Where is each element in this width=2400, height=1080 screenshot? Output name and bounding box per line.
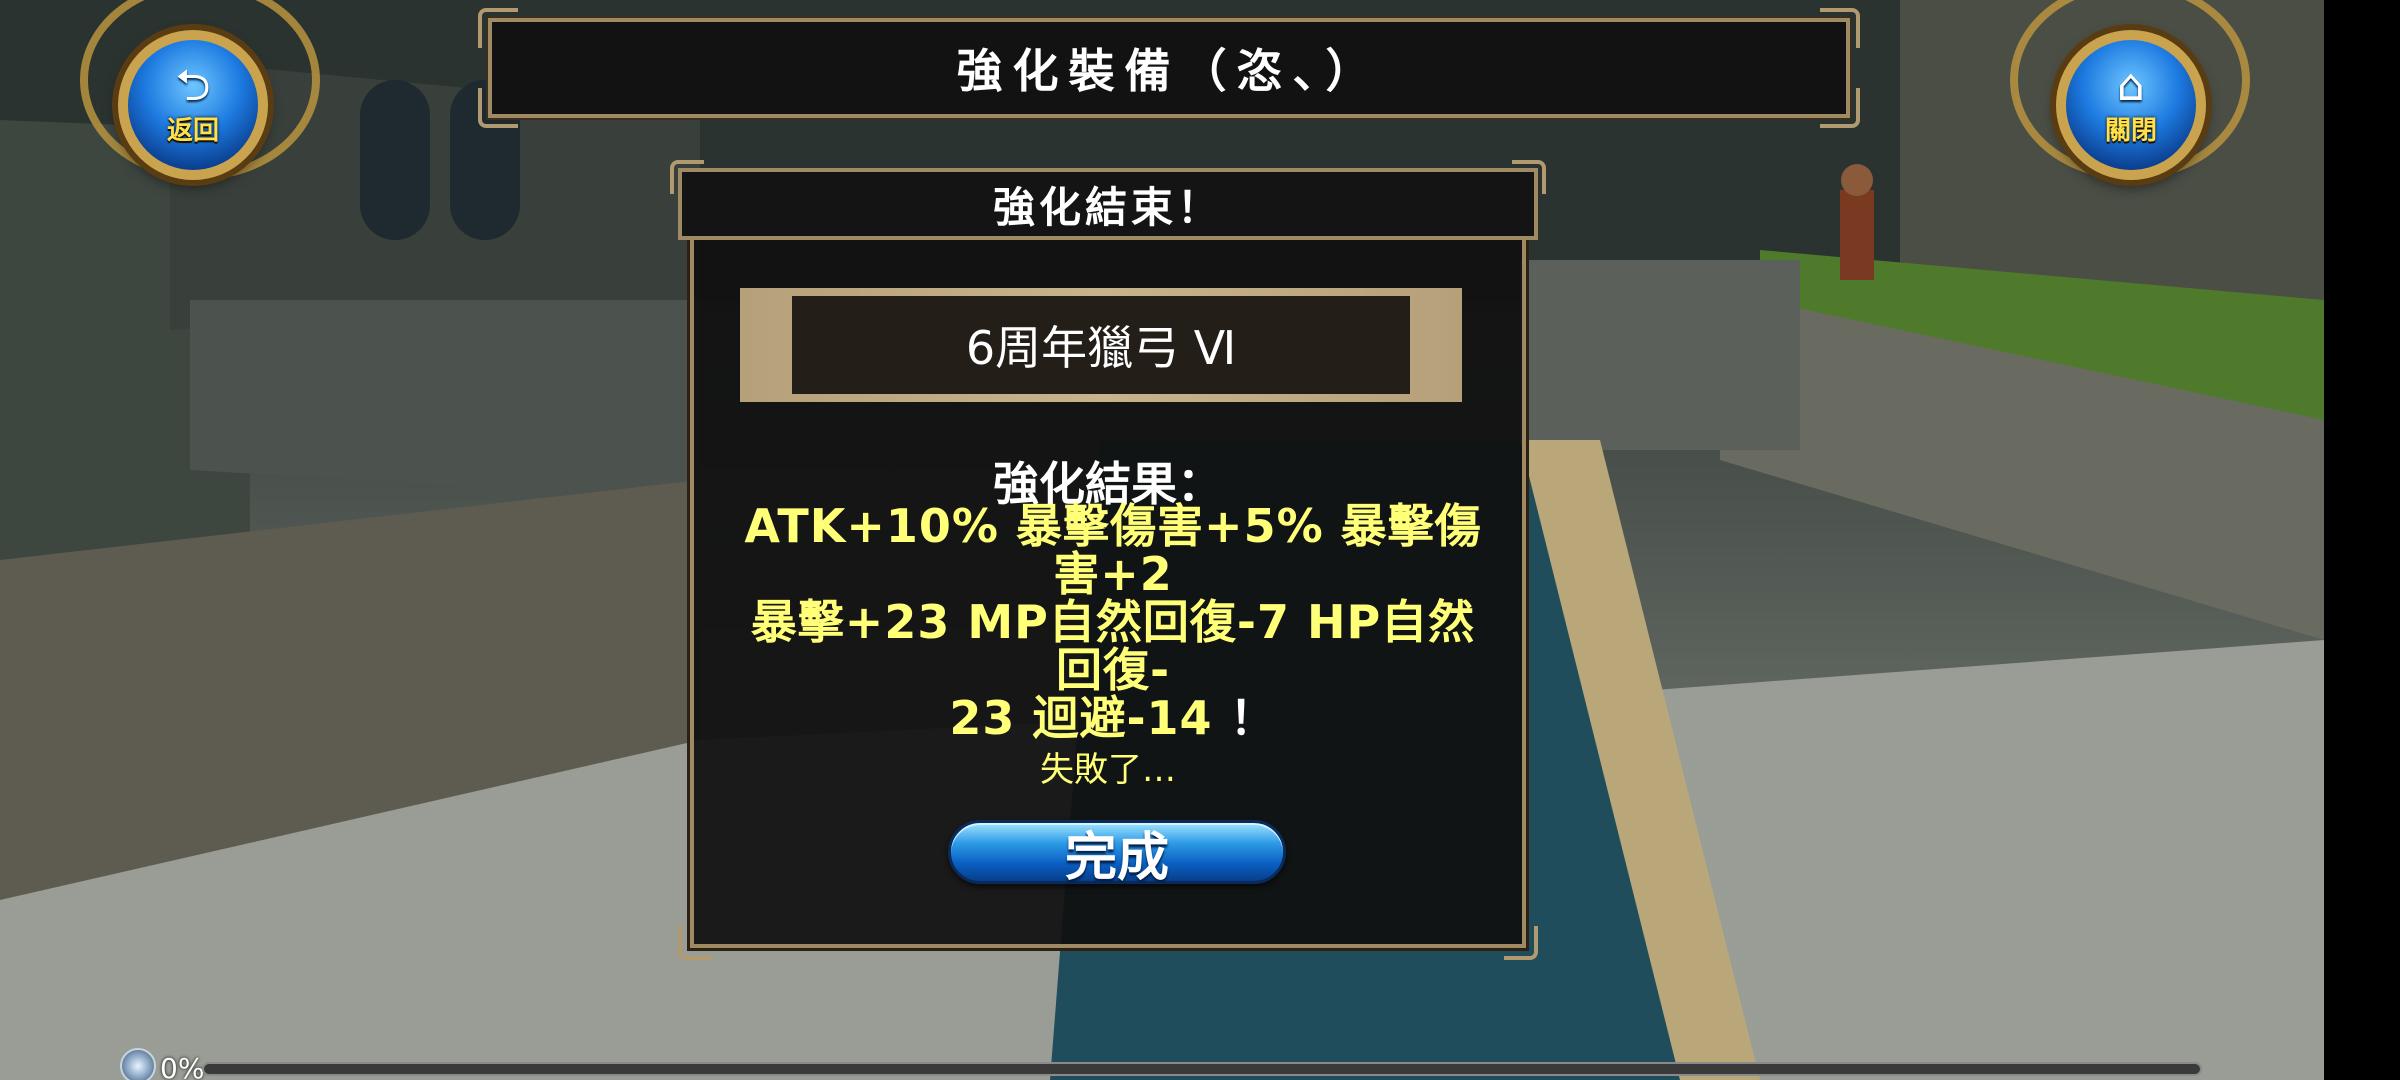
frame-corner	[678, 926, 712, 960]
progress-text: 0%	[160, 1052, 205, 1080]
item-name-inner: 6周年獵弓 Ⅵ	[792, 296, 1410, 394]
progress-track	[202, 1062, 2202, 1076]
loading-progress: 0%	[114, 1048, 2204, 1080]
frame-corner	[478, 8, 518, 48]
frame-corner	[1512, 160, 1546, 194]
back-button[interactable]: ⮌ 返回	[118, 30, 268, 180]
item-name: 6周年獵弓 Ⅵ	[965, 321, 1237, 375]
result-stats: ATK+10% 暴擊傷害+5% 暴擊傷害+2 暴擊+23 MP自然回復-7 HP…	[728, 502, 1498, 742]
back-arrow-icon: ⮌	[175, 59, 211, 111]
result-line-text: 23 迴避-14	[949, 691, 1213, 745]
frame-corner	[670, 160, 704, 194]
done-button[interactable]: 完成	[948, 820, 1286, 888]
result-line: ATK+10% 暴擊傷害+5% 暴擊傷害+2	[744, 499, 1482, 601]
screen-edge-bar	[2324, 0, 2400, 1080]
status-text: 失敗了…	[1040, 750, 1176, 790]
enhance-result-dialog: 6周年獵弓 Ⅵ 強化結果： ATK+10% 暴擊傷害+5% 暴擊傷害+2 暴擊+…	[678, 225, 1538, 960]
item-name-plate: 6周年獵弓 Ⅵ	[740, 288, 1462, 402]
dialog-title-bar: 強化結束！	[670, 160, 1546, 240]
loading-icon	[120, 1048, 156, 1080]
frame-corner	[1820, 8, 1860, 48]
result-line-last: 23 迴避-14 ！	[728, 694, 1498, 742]
page-title: 強化裝備（恣、）	[956, 44, 1382, 98]
frame-corner	[1820, 88, 1860, 128]
close-button[interactable]: ⌂ 關閉	[2056, 30, 2206, 180]
back-button-label: 返回	[166, 115, 219, 146]
result-line: 暴擊+23 MP自然回復-7 HP自然回復-	[750, 595, 1476, 697]
result-exclaim: ！	[1229, 691, 1277, 745]
frame-corner	[1504, 926, 1538, 960]
dialog-title: 強化結束！	[992, 182, 1223, 232]
frame-corner	[478, 88, 518, 128]
done-button-label: 完成	[1064, 827, 1169, 888]
close-button-label: 關閉	[2104, 115, 2157, 146]
home-icon: ⌂	[2117, 59, 2145, 111]
header-title-bar: 強化裝備（恣、）	[478, 8, 1860, 128]
